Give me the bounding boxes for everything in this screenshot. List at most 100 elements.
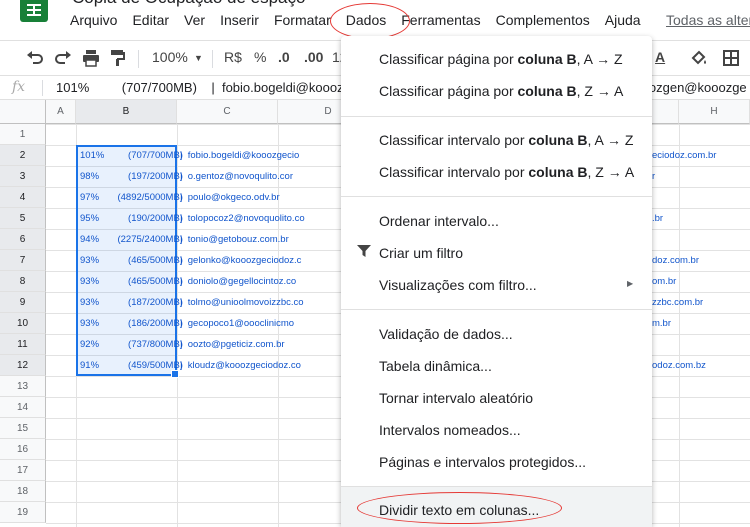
cell-b[interactable]: 95% (190/200MB) xyxy=(80,208,183,229)
decrease-decimal-button[interactable]: .0 xyxy=(278,49,290,65)
percent-format-button[interactable]: % xyxy=(254,49,266,65)
currency-format-button[interactable]: R$ xyxy=(224,49,242,65)
menu-editar[interactable]: Editar xyxy=(132,12,169,28)
redo-icon[interactable] xyxy=(54,50,72,66)
randomize-range-item[interactable]: Tornar intervalo aleatório xyxy=(379,390,533,406)
row-header[interactable]: 15 xyxy=(0,418,46,439)
cell-b[interactable]: 98% (197/200MB) xyxy=(80,166,183,187)
menu-ajuda[interactable]: Ajuda xyxy=(605,12,641,28)
row-header[interactable]: 10 xyxy=(0,313,46,334)
row-header[interactable]: 11 xyxy=(0,334,46,355)
print-icon[interactable] xyxy=(82,49,100,67)
cell-c[interactable]: | poulo@okgeco.odv.br xyxy=(180,187,280,208)
menu-complementos[interactable]: Complementos xyxy=(496,12,590,28)
row-header[interactable]: 6 xyxy=(0,229,46,250)
column-header-h[interactable]: H xyxy=(679,100,750,124)
fill-color-icon[interactable] xyxy=(690,49,708,67)
cell-b[interactable]: 93% (187/200MB) xyxy=(80,292,183,313)
row-header[interactable]: 18 xyxy=(0,481,46,502)
menu-dados[interactable]: Dados xyxy=(329,3,411,39)
cell-overflow[interactable]: m.br xyxy=(652,313,671,334)
menu-divider xyxy=(341,116,652,117)
row-header[interactable]: 13 xyxy=(0,376,46,397)
filter-icon xyxy=(357,245,371,257)
cell-overflow[interactable]: .br xyxy=(652,208,663,229)
protected-ranges-item[interactable]: Páginas e intervalos protegidos... xyxy=(379,454,586,470)
sort-range-item[interactable]: Ordenar intervalo... xyxy=(379,213,499,229)
cell-c[interactable]: | gecopoco1@oooclinicmo xyxy=(180,313,294,334)
column-header-a[interactable]: A xyxy=(46,100,76,124)
row-header[interactable]: 5 xyxy=(0,208,46,229)
last-edit-link[interactable]: Todas as alter xyxy=(666,12,750,28)
cell-b[interactable]: 92% (737/800MB) xyxy=(80,334,183,355)
cell-overflow[interactable]: eciodoz.com.br xyxy=(652,145,716,166)
data-menu-dropdown: Classificar página por coluna B, A → Z C… xyxy=(341,36,652,527)
column-header-b[interactable]: B xyxy=(76,100,177,124)
menu-formatar[interactable]: Formatar xyxy=(274,12,331,28)
cell-overflow[interactable]: r xyxy=(652,166,655,187)
increase-decimal-button[interactable]: .00 xyxy=(304,49,323,65)
cell-c[interactable]: | tonio@getobouz.com.br xyxy=(180,229,289,250)
cell-c[interactable]: | fobio.bogeldi@kooozgecio xyxy=(180,145,299,166)
named-ranges-item[interactable]: Intervalos nomeados... xyxy=(379,422,521,438)
annotation-circle xyxy=(357,492,562,524)
cell-b[interactable]: 91% (459/500MB) xyxy=(80,355,183,376)
row-header[interactable]: 14 xyxy=(0,397,46,418)
formula-divider xyxy=(42,80,43,96)
cell-overflow[interactable]: zzbc.com.br xyxy=(652,292,703,313)
borders-icon[interactable] xyxy=(722,49,740,67)
cell-c[interactable]: | tolopocoz2@novoquolito.co xyxy=(180,208,305,229)
filter-views-item[interactable]: Visualizações com filtro... xyxy=(379,277,537,293)
sort-range-az-item[interactable]: Classificar intervalo por coluna B, A → … xyxy=(379,132,633,148)
chevron-down-icon[interactable]: ▼ xyxy=(194,53,203,63)
cell-c[interactable]: | o.gentoz@novoqulito.cor xyxy=(180,166,293,187)
cell-c[interactable]: | gelonko@kooozgeciodoz.c xyxy=(180,250,301,271)
menu-inserir[interactable]: Inserir xyxy=(220,12,259,28)
sort-sheet-az-item[interactable]: Classificar página por coluna B, A → Z xyxy=(379,51,623,67)
cell-b[interactable]: 93% (186/200MB) xyxy=(80,313,183,334)
cell-c[interactable]: | oozto@pgeticiz.com.br xyxy=(180,334,285,355)
cell-b[interactable]: 94% (2275/2400MB) xyxy=(80,229,183,250)
row-header[interactable]: 2 xyxy=(0,145,46,166)
sheets-logo-icon[interactable] xyxy=(20,0,48,22)
row-header[interactable]: 7 xyxy=(0,250,46,271)
row-header[interactable]: 16 xyxy=(0,439,46,460)
select-all-corner[interactable] xyxy=(0,100,46,124)
data-validation-item[interactable]: Validação de dados... xyxy=(379,326,513,342)
cell-c[interactable]: | tolmo@unioolmovoizzbc.co xyxy=(180,292,304,313)
cell-c[interactable]: | doniolo@gegellocintoz.co xyxy=(180,271,296,292)
sort-sheet-za-item[interactable]: Classificar página por coluna B, Z → A xyxy=(379,83,623,99)
zoom-select[interactable]: 100% xyxy=(152,49,188,65)
menu-arquivo[interactable]: Arquivo xyxy=(70,12,117,28)
row-header[interactable]: 4 xyxy=(0,187,46,208)
undo-icon[interactable] xyxy=(26,50,44,66)
paint-format-icon[interactable] xyxy=(110,49,126,67)
cell-c[interactable]: | kloudz@kooozgeciodoz.co xyxy=(180,355,301,376)
create-filter-item[interactable]: Criar um filtro xyxy=(379,245,463,261)
cell-b[interactable]: 93% (465/500MB) xyxy=(80,250,183,271)
cell-b[interactable]: 101% (707/700MB) xyxy=(80,145,183,166)
document-title[interactable]: Cópia de Ocupação de espaço xyxy=(72,0,305,8)
formula-input-overflow[interactable]: lozgen@kooozge xyxy=(646,80,747,95)
cell-overflow[interactable]: doz.com.br xyxy=(652,250,699,271)
menu-ver[interactable]: Ver xyxy=(184,12,205,28)
row-header[interactable]: 19 xyxy=(0,502,46,523)
text-color-button[interactable]: A xyxy=(655,49,665,65)
toolbar-divider xyxy=(138,50,139,68)
cell-overflow[interactable]: om.br xyxy=(652,271,676,292)
pivot-table-item[interactable]: Tabela dinâmica... xyxy=(379,358,492,374)
column-header-c[interactable]: C xyxy=(177,100,278,124)
row-header[interactable]: 9 xyxy=(0,292,46,313)
row-header[interactable]: 12 xyxy=(0,355,46,376)
row-header[interactable]: 8 xyxy=(0,271,46,292)
cell-overflow[interactable]: odoz.com.bz xyxy=(652,355,706,376)
cell-b[interactable]: 93% (465/500MB) xyxy=(80,271,183,292)
cell-b[interactable]: 97% (4892/5000MB) xyxy=(80,187,183,208)
menu-ferramentas[interactable]: Ferramentas xyxy=(401,12,480,28)
row-header[interactable]: 1 xyxy=(0,124,46,145)
row-header[interactable]: 17 xyxy=(0,460,46,481)
sort-range-za-item[interactable]: Classificar intervalo por coluna B, Z → … xyxy=(379,164,634,180)
app-header: Cópia de Ocupação de espaço Arquivo Edit… xyxy=(0,0,750,40)
menu-divider xyxy=(341,196,652,197)
row-header[interactable]: 3 xyxy=(0,166,46,187)
